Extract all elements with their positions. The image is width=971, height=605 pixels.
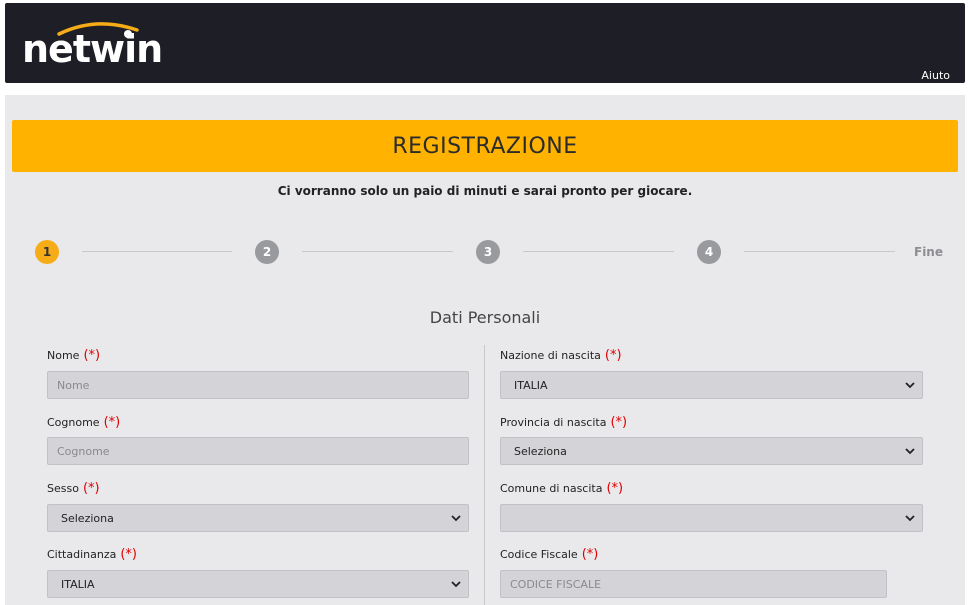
step-connector bbox=[302, 251, 453, 252]
chevron-down-icon bbox=[905, 382, 915, 389]
cittadinanza-label: Cittadinanza (*) bbox=[47, 547, 137, 562]
step-final-label: Fine bbox=[914, 245, 943, 259]
field-label-text: Nome bbox=[47, 349, 80, 362]
cognome-input[interactable]: Cognome bbox=[47, 437, 469, 465]
field-label-text: Cittadinanza bbox=[47, 548, 117, 561]
required-marker: (*) bbox=[606, 481, 624, 496]
provincia-nascita-select[interactable]: Seleziona bbox=[500, 437, 923, 465]
required-marker: (*) bbox=[83, 348, 101, 363]
top-header: Netwin Aiuto bbox=[5, 3, 965, 83]
provincia-nascita-label: Provincia di nascita (*) bbox=[500, 415, 627, 430]
step-3-indicator: 3 bbox=[476, 240, 500, 264]
required-marker: (*) bbox=[103, 415, 121, 430]
required-marker: (*) bbox=[581, 547, 599, 562]
step-2-indicator: 2 bbox=[255, 240, 279, 264]
registration-panel: REGISTRAZIONE Ci vorranno solo un paio d… bbox=[5, 95, 965, 605]
column-divider bbox=[484, 345, 485, 605]
chevron-down-icon bbox=[905, 515, 915, 522]
codice-fiscale-input[interactable]: CODICE FISCALE bbox=[500, 570, 887, 598]
field-label-text: Sesso bbox=[47, 482, 79, 495]
nome-input[interactable]: Nome bbox=[47, 371, 469, 399]
nazione-selected-value: ITALIA bbox=[514, 378, 548, 392]
cognome-label: Cognome (*) bbox=[47, 415, 120, 430]
required-marker: (*) bbox=[82, 481, 100, 496]
codice-fiscale-label: Codice Fiscale (*) bbox=[500, 547, 598, 562]
nazione-nascita-label: Nazione di nascita (*) bbox=[500, 348, 622, 363]
step-4-indicator: 4 bbox=[697, 240, 721, 264]
registration-title-bar: REGISTRAZIONE bbox=[12, 120, 958, 172]
step-connector bbox=[82, 251, 232, 252]
cittadinanza-selected-value: ITALIA bbox=[61, 577, 95, 591]
help-link[interactable]: Aiuto bbox=[921, 69, 950, 82]
logo-text: Netwin bbox=[22, 27, 163, 71]
field-label-text: Provincia di nascita bbox=[500, 416, 607, 429]
chevron-down-icon bbox=[451, 515, 461, 522]
page-title: REGISTRAZIONE bbox=[392, 133, 578, 159]
cittadinanza-select[interactable]: ITALIA bbox=[47, 570, 469, 598]
netwin-logo[interactable]: Netwin bbox=[21, 20, 163, 70]
step-connector bbox=[523, 251, 674, 252]
required-marker: (*) bbox=[610, 415, 628, 430]
field-label-text: Cognome bbox=[47, 416, 100, 429]
field-label-text: Nazione di nascita bbox=[500, 349, 601, 362]
sesso-select[interactable]: Seleziona bbox=[47, 504, 469, 532]
provincia-selected-value: Seleziona bbox=[514, 444, 567, 458]
required-marker: (*) bbox=[604, 348, 622, 363]
field-label-text: Codice Fiscale bbox=[500, 548, 578, 561]
section-title: Dati Personali bbox=[429, 308, 541, 327]
comune-nascita-select[interactable] bbox=[500, 504, 923, 532]
nome-label: Nome (*) bbox=[47, 348, 100, 363]
step-1-indicator: 1 bbox=[35, 240, 59, 264]
comune-nascita-label: Comune di nascita (*) bbox=[500, 481, 623, 496]
step-connector bbox=[744, 251, 895, 252]
required-marker: (*) bbox=[120, 547, 137, 562]
sesso-selected-value: Seleziona bbox=[61, 511, 114, 525]
nazione-nascita-select[interactable]: ITALIA bbox=[500, 371, 923, 399]
chevron-down-icon bbox=[905, 448, 915, 455]
registration-subtitle: Ci vorranno solo un paio di minuti e sar… bbox=[277, 184, 693, 198]
field-label-text: Comune di nascita bbox=[500, 482, 603, 495]
sesso-label: Sesso (*) bbox=[47, 481, 100, 496]
chevron-down-icon bbox=[451, 581, 461, 588]
